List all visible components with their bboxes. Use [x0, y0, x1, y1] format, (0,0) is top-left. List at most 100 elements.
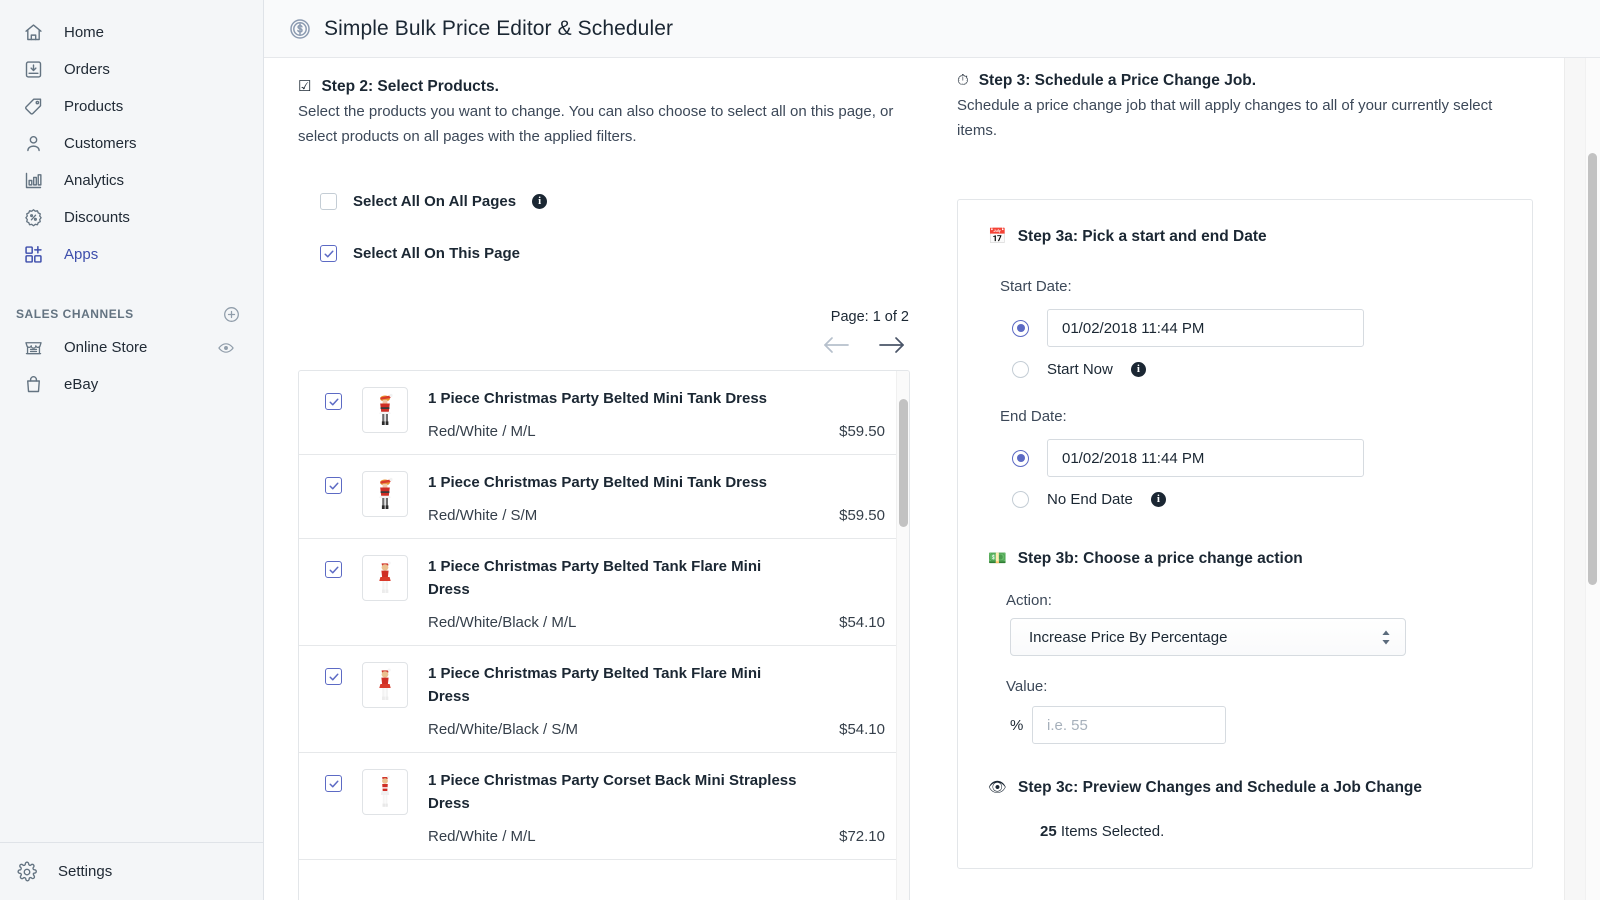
product-thumbnail [362, 387, 408, 433]
sidebar-item-label: Analytics [64, 172, 125, 189]
sidebar-item-settings[interactable]: Settings [0, 842, 263, 900]
product-select-checkbox[interactable] [325, 555, 342, 631]
step3-column: ⏱ Step 3: Schedule a Price Change Job. S… [919, 58, 1564, 900]
select-all-all-pages-checkbox[interactable] [320, 193, 337, 210]
step3-description: Schedule a price change job that will ap… [957, 97, 1493, 139]
step3a-header: 📅 Step 3a: Pick a start and end Date [988, 226, 1506, 248]
action-label: Action: [1006, 592, 1052, 609]
product-list: 1 Piece Christmas Party Belted Mini Tank… [299, 371, 909, 900]
product-price: $59.50 [839, 423, 885, 440]
info-icon[interactable]: i [1150, 492, 1166, 507]
pagination: Page: 1 of 2 [298, 308, 910, 356]
step3a-title: Step 3a: Pick a start and end Date [1017, 228, 1267, 245]
sidebar-item-home[interactable]: Home [6, 14, 257, 51]
no-end-date-radio[interactable] [1012, 491, 1029, 508]
product-thumbnail [362, 662, 408, 708]
discounts-percent-icon [22, 207, 44, 229]
product-thumbnail [362, 769, 408, 815]
step2-title: Step 2: Select Products. [321, 78, 499, 95]
main-area: Simple Bulk Price Editor & Scheduler ☑ S… [264, 0, 1600, 900]
sidebar-item-label: Products [64, 98, 124, 115]
sidebar-item-products[interactable]: Products [6, 88, 257, 125]
price-action-select[interactable]: Increase Price By Percentage [1010, 618, 1406, 656]
clock-icon: ⏱ [957, 72, 969, 89]
no-end-date-option-row[interactable]: No End Date i [988, 491, 1506, 508]
end-date-input[interactable]: 01/02/2018 11:44 PM [1047, 439, 1364, 477]
sidebar-nav: Home Orders Products Customers Analytics… [0, 0, 263, 273]
product-variant: Red/White / S/M [428, 507, 538, 524]
product-title: 1 Piece Christmas Party Belted Tank Flar… [428, 665, 762, 705]
info-icon[interactable]: i [532, 194, 548, 209]
page-indicator: Page: 1 of 2 [830, 309, 909, 325]
page-title: Simple Bulk Price Editor & Scheduler [324, 16, 674, 40]
select-all-all-pages-row[interactable]: Select All On All Pages i [320, 193, 919, 210]
table-row[interactable]: 1 Piece Christmas Party Belted Mini Tank… [299, 455, 909, 539]
step3b-title: Step 3b: Choose a price change action [1017, 550, 1303, 567]
page-scrollbar[interactable] [1585, 58, 1600, 900]
product-select-checkbox[interactable] [325, 471, 342, 524]
end-date-option-row[interactable]: 01/02/2018 11:44 PM [988, 439, 1506, 477]
product-select-checkbox[interactable] [325, 662, 342, 738]
sidebar-item-customers[interactable]: Customers [6, 125, 257, 162]
product-select-checkbox[interactable] [325, 387, 342, 440]
start-now-option-row[interactable]: Start Now i [988, 361, 1506, 378]
product-price: $54.10 [839, 721, 885, 738]
bag-icon [22, 374, 44, 396]
step2-header: ☑ Step 2: Select Products. [298, 76, 919, 98]
product-title: 1 Piece Christmas Party Belted Mini Tank… [428, 474, 768, 491]
table-row[interactable]: 1 Piece Christmas Party Corset Back Mini… [299, 753, 909, 860]
table-row[interactable]: 1 Piece Christmas Party Belted Mini Tank… [299, 371, 909, 455]
select-all-this-page-checkbox[interactable] [320, 245, 337, 262]
sidebar-item-analytics[interactable]: Analytics [6, 162, 257, 199]
page-scrollbar-thumb[interactable] [1588, 153, 1597, 585]
start-date-option-row[interactable]: 01/02/2018 11:44 PM [988, 309, 1506, 347]
end-date-radio[interactable] [1012, 449, 1029, 467]
eye-icon: 👁 [988, 779, 1008, 796]
product-list-scrollbar[interactable] [896, 371, 909, 900]
product-variant: Red/White / M/L [428, 423, 536, 440]
sidebar-item-online-store[interactable]: Online Store [6, 329, 257, 366]
items-selected-text: 25 Items Selected. [1040, 823, 1506, 840]
storefront-icon [22, 337, 44, 359]
info-icon[interactable]: i [1130, 362, 1146, 377]
step3c-header: 👁 Step 3c: Preview Changes and Schedule … [988, 777, 1506, 799]
sidebar-item-orders[interactable]: Orders [6, 51, 257, 88]
eye-icon[interactable] [217, 339, 235, 357]
sidebar-item-discounts[interactable]: Discounts [6, 199, 257, 236]
table-row[interactable]: 1 Piece Christmas Party Belted Tank Flar… [299, 539, 909, 646]
sidebar-item-apps[interactable]: Apps [6, 236, 257, 273]
select-all-all-pages-label: Select All On All Pages [353, 193, 517, 210]
no-end-date-label: No End Date [1047, 491, 1133, 508]
arrow-right-icon[interactable] [877, 334, 907, 356]
sidebar-settings-label: Settings [58, 863, 113, 880]
plus-circle-icon[interactable] [222, 305, 241, 324]
sidebar-item-ebay[interactable]: eBay [6, 366, 257, 403]
arrow-left-icon[interactable] [821, 334, 851, 356]
select-all-this-page-label: Select All On This Page [353, 245, 520, 262]
product-variant: Red/White/Black / M/L [428, 614, 577, 631]
money-icon: 💵 [988, 550, 1007, 567]
start-now-label: Start Now [1047, 361, 1113, 378]
product-price: $54.10 [839, 614, 885, 631]
start-now-radio[interactable] [1012, 361, 1029, 378]
value-label: Value: [1006, 678, 1048, 695]
items-selected-label: Items Selected. [1060, 823, 1165, 840]
select-all-this-page-row[interactable]: Select All On This Page [320, 245, 919, 262]
start-date-radio[interactable] [1012, 319, 1029, 337]
step2-column: ☑ Step 2: Select Products. Select the pr… [264, 58, 919, 900]
product-select-checkbox[interactable] [325, 769, 342, 845]
step3c-title: Step 3c: Preview Changes and Schedule a … [1018, 779, 1423, 796]
app-root: Home Orders Products Customers Analytics… [0, 0, 1600, 900]
analytics-bar-icon [22, 170, 44, 192]
product-thumbnail [362, 555, 408, 601]
table-row[interactable]: 1 Piece Christmas Party Belted Tank Flar… [299, 646, 909, 753]
product-list-scrollbar-thumb[interactable] [899, 399, 908, 527]
app-topbar: Simple Bulk Price Editor & Scheduler [264, 0, 1600, 58]
step3-title: Step 3: Schedule a Price Change Job. [978, 72, 1257, 89]
value-input[interactable]: i.e. 55 [1032, 706, 1226, 744]
sales-channels-header: SALES CHANNELS [0, 299, 263, 329]
home-icon [22, 22, 44, 44]
start-date-input[interactable]: 01/02/2018 11:44 PM [1047, 309, 1364, 347]
sidebar-item-label: eBay [64, 376, 99, 393]
value-input-placeholder: i.e. 55 [1047, 716, 1088, 734]
